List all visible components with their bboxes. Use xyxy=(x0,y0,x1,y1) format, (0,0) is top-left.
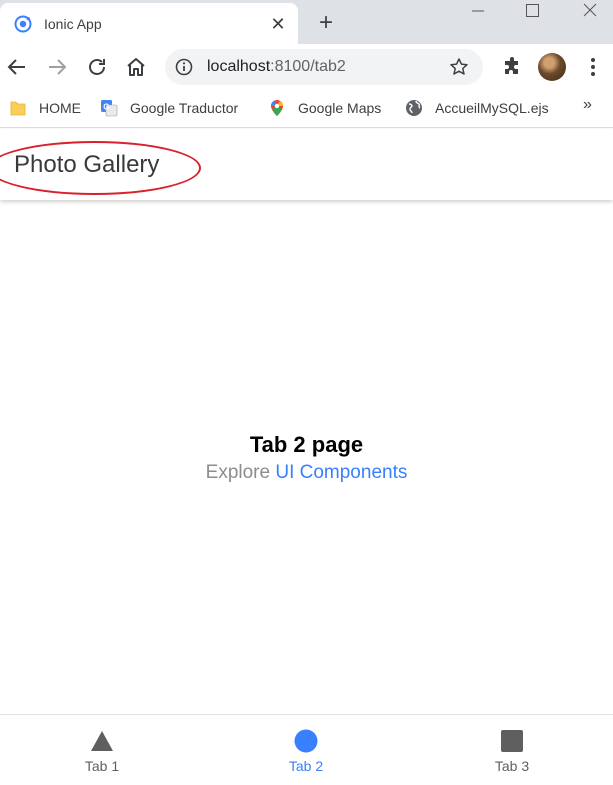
browser-toolbar: localhost:8100/tab2 xyxy=(0,44,613,90)
page-title: Photo Gallery xyxy=(14,151,160,178)
square-icon xyxy=(501,730,523,752)
content-heading: Tab 2 page xyxy=(249,432,364,457)
url-text: localhost:8100/tab2 xyxy=(207,58,346,76)
google-translate-icon: G xyxy=(101,100,118,117)
bookmark-label: AccueilMySQL.ejs xyxy=(435,100,549,116)
close-icon xyxy=(583,3,597,17)
bookmark-accueilmysql[interactable]: AccueilMySQL.ejs xyxy=(405,98,549,118)
bookmark-label: Google Traductor xyxy=(130,100,239,116)
reload-icon[interactable] xyxy=(85,55,109,79)
browser-tab-title: Ionic App xyxy=(44,16,102,32)
window-close-button[interactable] xyxy=(570,0,610,22)
profile-avatar[interactable] xyxy=(538,53,566,81)
tab-1-button[interactable]: Tab 1 xyxy=(0,715,204,785)
tab-2-button[interactable]: Tab 2 xyxy=(204,715,408,785)
extensions-puzzle-icon[interactable] xyxy=(500,55,524,79)
bookmarks-bar: HOME G Google Traductor Google Maps Accu… xyxy=(0,90,613,128)
window-maximize-button[interactable] xyxy=(512,0,552,22)
svg-text:G: G xyxy=(103,103,109,112)
ui-components-link[interactable]: UI Components xyxy=(275,462,407,483)
tab-1-label: Tab 1 xyxy=(84,758,120,774)
google-maps-pin-icon xyxy=(271,100,283,116)
tab-close-icon[interactable]: ✕ xyxy=(266,12,290,36)
maximize-icon xyxy=(526,4,539,17)
minimize-icon xyxy=(472,10,484,12)
content-text: Explore UI Components xyxy=(0,462,613,484)
bookmark-label: Google Maps xyxy=(298,100,382,116)
browser-tab[interactable]: Ionic App ✕ xyxy=(0,3,298,44)
tab-3-button[interactable]: Tab 3 xyxy=(410,715,613,785)
bookmark-home[interactable]: HOME xyxy=(9,98,81,118)
window-minimize-button[interactable] xyxy=(458,0,498,22)
new-tab-button[interactable]: + xyxy=(312,10,340,38)
globe-icon xyxy=(406,100,422,116)
bookmark-google-traductor[interactable]: G Google Traductor xyxy=(100,98,238,118)
back-arrow-icon[interactable] xyxy=(5,55,29,79)
app-header-toolbar: Photo Gallery xyxy=(0,129,613,200)
content-text-prefix: Explore xyxy=(205,462,271,483)
bookmark-google-maps[interactable]: Google Maps xyxy=(268,98,381,118)
folder-icon xyxy=(10,101,26,116)
tab-2-label: Tab 2 xyxy=(288,758,324,774)
home-icon[interactable] xyxy=(124,55,148,79)
more-menu-icon[interactable] xyxy=(585,55,601,79)
ionic-favicon-icon xyxy=(14,15,32,33)
ellipse-icon xyxy=(294,729,318,753)
forward-arrow-icon[interactable] xyxy=(45,55,69,79)
info-icon[interactable] xyxy=(175,58,193,76)
url-host: localhost xyxy=(207,58,271,75)
triangle-icon xyxy=(91,731,113,751)
address-bar[interactable]: localhost:8100/tab2 xyxy=(165,49,483,85)
bookmark-label: HOME xyxy=(39,100,81,116)
bookmarks-overflow-chevron-icon[interactable]: » xyxy=(583,96,592,114)
url-path: :8100/tab2 xyxy=(270,58,346,75)
browser-tab-strip: Ionic App ✕ + xyxy=(0,0,613,44)
tab-3-label: Tab 3 xyxy=(494,758,530,774)
star-icon[interactable] xyxy=(449,57,469,77)
app-content: Tab 2 page Explore UI Components xyxy=(0,200,613,714)
bottom-tab-bar: Tab 1 Tab 2 Tab 3 xyxy=(0,714,613,784)
